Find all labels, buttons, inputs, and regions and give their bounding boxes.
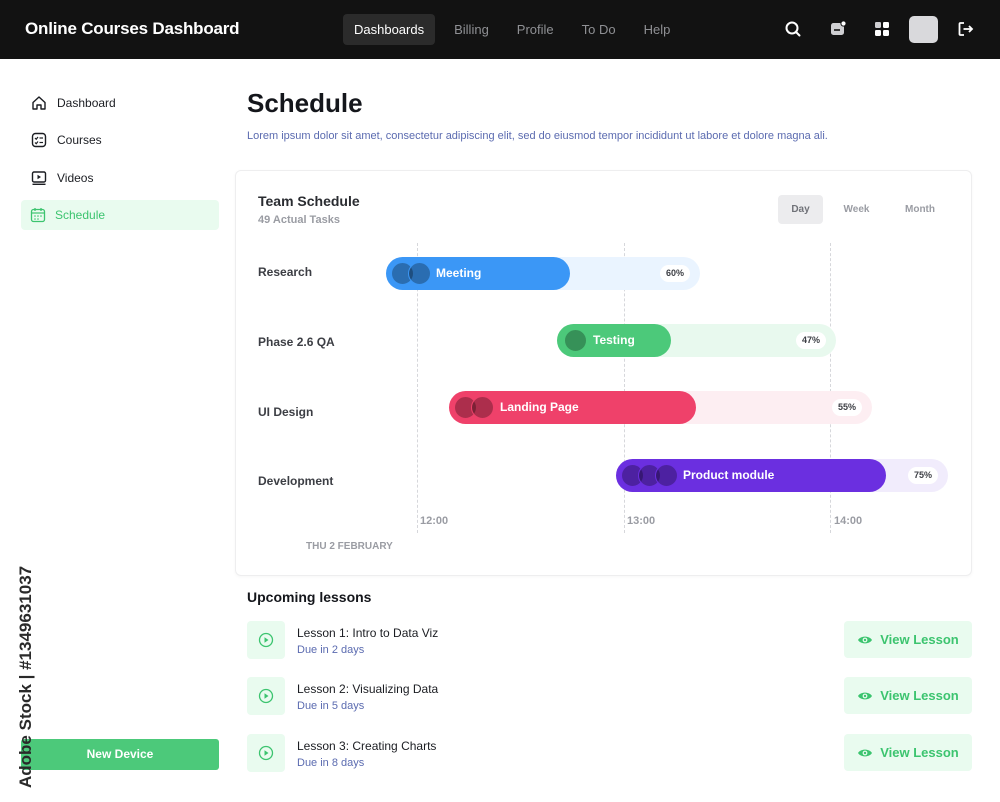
home-icon — [30, 94, 48, 112]
upcoming-lessons-title: Upcoming lessons — [247, 589, 372, 605]
lesson-name: Lesson 3: Creating Charts — [297, 739, 437, 753]
assignee-avatar — [408, 262, 431, 285]
lesson-due: Due in 8 days — [297, 757, 365, 769]
new-device-button[interactable]: New Device — [21, 739, 219, 770]
nav-dashboards[interactable]: Dashboards — [343, 14, 436, 45]
progress-badge: 55% — [831, 399, 862, 416]
apps-icon[interactable] — [873, 20, 891, 38]
row-label: Research — [258, 265, 313, 279]
play-icon — [247, 621, 285, 659]
progress-badge: 75% — [907, 467, 938, 484]
watermark-text: Adobe Stock | #1349631037 — [16, 565, 35, 788]
top-bar: Online Courses Dashboard Dashboards Bill… — [0, 0, 1000, 59]
task-bar-testing[interactable]: Testing — [557, 324, 671, 357]
video-icon — [30, 169, 48, 187]
view-lesson-button[interactable]: View Lesson — [844, 621, 972, 658]
top-nav: Dashboards Billing Profile To Do Help — [343, 14, 681, 45]
chat-icon[interactable] — [829, 20, 847, 38]
assignee-avatar — [564, 329, 587, 352]
lesson-name: Lesson 1: Intro to Data Viz — [297, 626, 439, 640]
checklist-icon — [30, 131, 48, 149]
progress-badge: 47% — [795, 332, 826, 349]
sidebar-item-courses[interactable]: Courses — [21, 125, 219, 155]
calendar-icon — [29, 206, 47, 224]
task-name: Landing Page — [500, 400, 579, 414]
sidebar-item-label: Courses — [57, 133, 102, 147]
logout-icon[interactable] — [957, 20, 975, 38]
task-bar-meeting[interactable]: Meeting — [386, 257, 570, 290]
time-label: 14:00 — [834, 515, 863, 527]
assignee-avatar — [471, 396, 494, 419]
eye-icon — [858, 749, 873, 756]
row-label: Phase 2.6 QA — [258, 335, 335, 349]
view-lesson-button[interactable]: View Lesson — [844, 734, 972, 771]
list-item: Lesson 3: Creating Charts Due in 8 days … — [247, 734, 972, 772]
search-icon[interactable] — [784, 20, 802, 38]
nav-billing[interactable]: Billing — [443, 14, 500, 45]
row-label: Development — [258, 474, 334, 488]
tab-day[interactable]: Day — [778, 195, 823, 224]
task-bar-product-module[interactable]: Product module — [616, 459, 886, 492]
sidebar-item-schedule[interactable]: Schedule — [21, 200, 219, 230]
row-label: UI Design — [258, 405, 314, 419]
task-bar-landing-page[interactable]: Landing Page — [449, 391, 696, 424]
assignee-avatar — [655, 464, 678, 487]
nav-todo[interactable]: To Do — [571, 14, 627, 45]
avatar[interactable] — [909, 16, 938, 43]
time-label: 12:00 — [420, 515, 449, 527]
page-title: Schedule — [247, 88, 363, 118]
sidebar-item-videos[interactable]: Videos — [21, 163, 219, 193]
nav-profile[interactable]: Profile — [506, 14, 565, 45]
lesson-name: Lesson 2: Visualizing Data — [297, 682, 439, 696]
sidebar-item-dashboard[interactable]: Dashboard — [21, 88, 219, 118]
list-item: Lesson 1: Intro to Data Viz Due in 2 day… — [247, 621, 972, 659]
date-label: THU 2 FEBRUARY — [306, 541, 393, 552]
watermark: Adobe Stock | #1349631037 — [12, 560, 35, 788]
schedule-subtitle: 49 Actual Tasks — [258, 214, 340, 226]
app-title: Online Courses Dashboard — [25, 19, 240, 38]
play-icon — [247, 677, 285, 715]
play-icon — [247, 734, 285, 772]
schedule-title: Team Schedule — [258, 193, 360, 209]
time-label: 13:00 — [627, 515, 656, 527]
view-lesson-label: View Lesson — [880, 745, 959, 760]
eye-icon — [858, 692, 873, 699]
lesson-due: Due in 2 days — [297, 644, 365, 656]
sidebar-item-label: Dashboard — [57, 96, 116, 110]
task-name: Testing — [593, 333, 635, 347]
sidebar-item-label: Schedule — [55, 208, 106, 222]
list-item: Lesson 2: Visualizing Data Due in 5 days… — [247, 677, 972, 715]
task-name: Product module — [683, 468, 775, 482]
progress-badge: 60% — [659, 265, 690, 282]
nav-help[interactable]: Help — [633, 14, 682, 45]
page-description: Lorem ipsum dolor sit amet, consectetur … — [247, 130, 828, 142]
view-lesson-label: View Lesson — [880, 688, 959, 703]
view-lesson-button[interactable]: View Lesson — [844, 677, 972, 714]
tab-week[interactable]: Week — [834, 195, 879, 224]
eye-icon — [858, 636, 873, 643]
task-name: Meeting — [436, 266, 482, 280]
sidebar-item-label: Videos — [57, 171, 94, 185]
view-lesson-label: View Lesson — [880, 632, 959, 647]
lesson-due: Due in 5 days — [297, 700, 365, 712]
tab-month[interactable]: Month — [895, 195, 945, 224]
